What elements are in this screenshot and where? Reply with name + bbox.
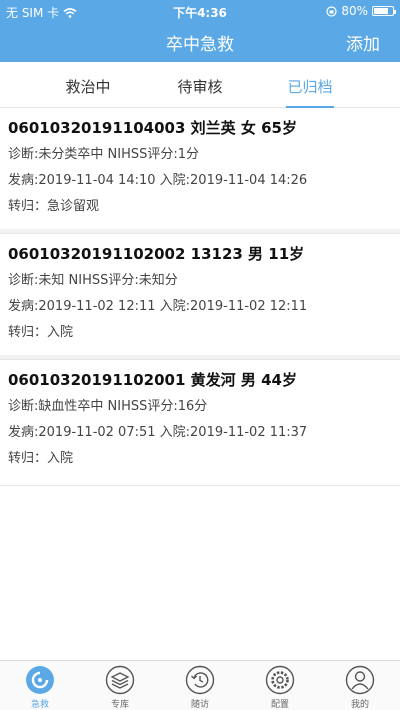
page-title: 卒中急救 xyxy=(166,35,234,55)
tabbar-label: 我的 xyxy=(350,700,369,710)
tab-in-treatment[interactable]: 救治中 xyxy=(38,76,138,97)
record-title: 06010320191102001 黄发河 男 44岁 xyxy=(8,371,297,389)
list-item[interactable]: 06010320191102001 黄发河 男 44岁 诊断:缺血性卒中 NIH… xyxy=(0,355,400,486)
record-title: 06010320191104003 刘兰英 女 65岁 xyxy=(8,119,297,137)
tab-pending-review[interactable]: 待审核 xyxy=(150,76,250,97)
tabbar-item-settings[interactable]: 配置 xyxy=(240,665,320,710)
record-outcome: 转归：入院 xyxy=(8,325,74,340)
bottom-tabbar: 急救 专库 随访 配置 我的 xyxy=(0,660,400,710)
list-item[interactable]: 06010320191102002 13123 男 11岁 诊断:未知 NIHS… xyxy=(0,229,400,360)
battery-icon xyxy=(372,6,396,16)
record-list: 06010320191104003 刘兰英 女 65岁 诊断:未分类卒中 NIH… xyxy=(0,108,400,486)
record-outcome: 转归：入院 xyxy=(8,451,74,466)
gear-icon xyxy=(265,665,295,695)
add-button[interactable]: 添加 xyxy=(346,30,380,55)
tabbar-label: 专库 xyxy=(110,700,129,710)
record-title: 06010320191102002 13123 男 11岁 xyxy=(8,245,305,263)
tabbar-item-emergency[interactable]: 急救 xyxy=(0,665,80,710)
record-times: 发病:2019-11-04 14:10 入院:2019-11-04 14:26 xyxy=(8,173,308,188)
tabbar-label: 配置 xyxy=(270,700,289,710)
record-diagnosis: 诊断:未分类卒中 NIHSS评分:1分 xyxy=(8,147,200,162)
record-diagnosis: 诊断:未知 NIHSS评分:未知分 xyxy=(8,273,178,288)
orientation-lock-icon xyxy=(326,5,337,17)
battery-percent: 80% xyxy=(341,4,368,18)
tabbar-item-library[interactable]: 专库 xyxy=(80,665,160,710)
status-right: 80% xyxy=(326,4,396,18)
layers-icon xyxy=(105,665,135,695)
segment-tabs: 救治中 待审核 已归档 xyxy=(0,62,400,108)
record-diagnosis: 诊断:缺血性卒中 NIHSS评分:16分 xyxy=(8,399,208,414)
status-bar: 无 SIM 卡 下午4:36 80% xyxy=(0,0,400,22)
tab-archived[interactable]: 已归档 xyxy=(260,76,360,97)
header: 无 SIM 卡 下午4:36 80% 卒中急救 添加 xyxy=(0,0,400,62)
record-times: 发病:2019-11-02 07:51 入院:2019-11-02 11:37 xyxy=(8,425,308,440)
list-item[interactable]: 06010320191104003 刘兰英 女 65岁 诊断:未分类卒中 NIH… xyxy=(0,108,400,234)
record-times: 发病:2019-11-02 12:11 入院:2019-11-02 12:11 xyxy=(8,299,308,314)
tabbar-label: 急救 xyxy=(30,700,49,710)
follow-up-icon xyxy=(185,665,215,695)
user-icon xyxy=(345,665,375,695)
tabbar-item-follow-up[interactable]: 随访 xyxy=(160,665,240,710)
tabbar-item-mine[interactable]: 我的 xyxy=(320,665,400,710)
record-outcome: 转归：急诊留观 xyxy=(8,199,100,214)
tabbar-label: 随访 xyxy=(190,700,209,710)
emergency-icon xyxy=(26,666,54,694)
battery-fill xyxy=(374,8,389,14)
